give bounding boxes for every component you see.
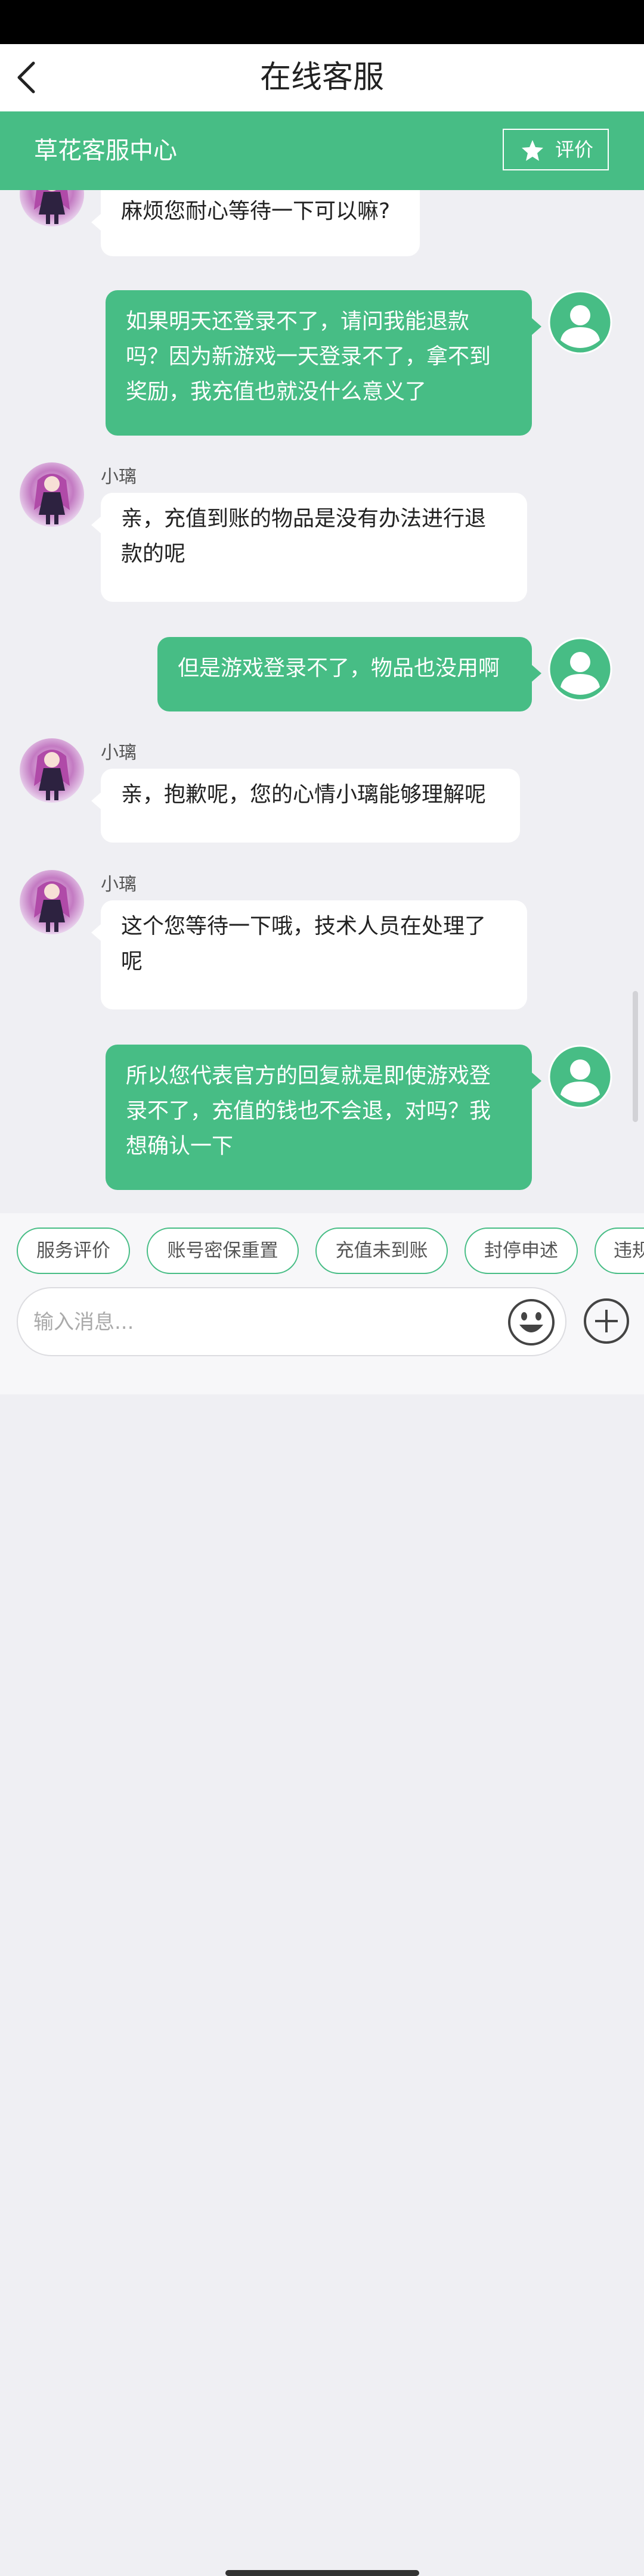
quick-reply-account-reset[interactable]: 账号密保重置 bbox=[147, 1228, 299, 1274]
quick-reply-ban-appeal[interactable]: 封停申述 bbox=[465, 1228, 578, 1274]
agent-avatar bbox=[20, 190, 84, 226]
title-bar: 在线客服 bbox=[0, 44, 644, 111]
agent-avatar bbox=[20, 870, 84, 934]
agent-message-bubble: 这个您等待一下哦，技术人员在处理了呢 bbox=[91, 900, 527, 1009]
plus-circle-icon[interactable] bbox=[583, 1298, 630, 1344]
status-bar bbox=[0, 0, 644, 44]
message-input[interactable] bbox=[32, 1304, 512, 1341]
page-title: 在线客服 bbox=[259, 60, 384, 95]
agent-message-bubble: 亲，抱歉呢，您的心情小璃能够理解呢 bbox=[91, 769, 520, 843]
chat-scrollbar[interactable] bbox=[633, 991, 638, 1122]
quick-reply-service-rating[interactable]: 服务评价 bbox=[17, 1228, 130, 1274]
rate-button[interactable]: 评价 bbox=[503, 129, 609, 170]
user-message-bubble: 所以您代表官方的回复就是即使游戏登录不了，充值的钱也不会退，对吗？我想确认一下 bbox=[106, 1045, 541, 1190]
home-indicator bbox=[225, 2570, 419, 2576]
user-silhouette-icon bbox=[548, 637, 612, 701]
agent-message-bubble: 亲，充值到账的物品是没有办法进行退款的呢 bbox=[91, 493, 527, 602]
user-message-bubble: 但是游戏登录不了，物品也没用啊 bbox=[157, 637, 541, 711]
message-input-bar bbox=[0, 1286, 644, 2576]
service-center-bar: 草花客服中心 评价 bbox=[0, 111, 644, 190]
agent-sender-name: 小璃 bbox=[101, 742, 137, 763]
star-icon bbox=[522, 140, 543, 161]
agent-message-bubble: 麻烦您耐心等待一下可以嘛? bbox=[91, 190, 420, 256]
agent-sender-name: 小璃 bbox=[101, 874, 137, 895]
rate-button-label: 评价 bbox=[555, 138, 594, 161]
user-silhouette-icon bbox=[548, 1045, 612, 1109]
quick-reply-violation[interactable]: 违规 bbox=[595, 1228, 644, 1274]
message-input-container bbox=[17, 1287, 566, 1356]
agent-sender-name: 小璃 bbox=[101, 467, 137, 487]
user-message-bubble: 如果明天还登录不了，请问我能退款吗？因为新游戏一天登录不了，拿不到奖励，我充值也… bbox=[106, 290, 541, 436]
agent-avatar bbox=[20, 462, 84, 527]
smiley-icon[interactable] bbox=[507, 1298, 555, 1346]
chat-area[interactable]: 麻烦您耐心等待一下可以嘛? 如果明天还登录不了，请问我能退款吗？因为新游戏一天登… bbox=[0, 190, 644, 1213]
user-silhouette-icon bbox=[548, 290, 612, 355]
quick-reply-bar: 服务评价 账号密保重置 充值未到账 封停申述 违规 bbox=[0, 1213, 644, 1286]
agent-avatar bbox=[20, 738, 84, 803]
service-center-name: 草花客服中心 bbox=[34, 137, 177, 164]
quick-reply-recharge-missing[interactable]: 充值未到账 bbox=[315, 1228, 448, 1274]
